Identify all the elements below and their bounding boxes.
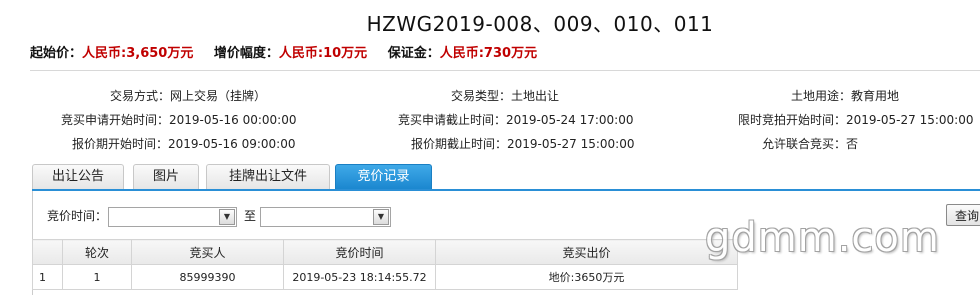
- joint-bid: 允许联合竞买：否: [762, 135, 858, 152]
- trade-method: 交易方式：网上交易（挂牌）: [110, 87, 266, 104]
- apply-start-label: 竞买申请开始时间：: [61, 113, 170, 127]
- to-label: 至: [244, 209, 257, 223]
- land-use: 土地用途：教育用地: [791, 87, 899, 104]
- increment-value: 人民币:10万元: [278, 46, 368, 61]
- col-round-header: 轮次: [62, 239, 132, 265]
- col-bidder-header: 竞买人: [131, 239, 284, 265]
- col-bid-time-header: 竞价时间: [283, 239, 436, 265]
- tab-bid-records[interactable]: 竞价记录: [335, 164, 432, 189]
- quote-start: 报价期开始时间：2019-05-16 09:00:00: [72, 135, 295, 152]
- trade-type-value: 土地出让: [511, 89, 560, 103]
- bid-time-from-select[interactable]: ▼: [108, 207, 237, 227]
- trade-type: 交易类型：土地出让: [451, 87, 559, 104]
- bid-records-table: 轮次 竞买人 竞价时间 竞买出价 1 1 85999390 2019-05-23…: [32, 239, 738, 290]
- quote-start-label: 报价期开始时间：: [72, 137, 169, 151]
- watermark-text: gdmm.com: [705, 215, 940, 261]
- tab-announcement[interactable]: 出让公告: [32, 164, 124, 189]
- apply-start: 竞买申请开始时间：2019-05-16 00:00:00: [61, 111, 296, 128]
- land-use-label: 土地用途：: [791, 89, 852, 103]
- joint-bid-label: 允许联合竞买：: [762, 137, 847, 151]
- table-header-row: 轮次 竞买人 竞价时间 竞买出价: [32, 239, 738, 265]
- bid-time-label: 竞价时间：: [47, 209, 108, 223]
- deposit-label: 保证金：: [387, 46, 440, 61]
- increment-label: 增价幅度：: [213, 46, 279, 61]
- timed-bid-start: 限时竞拍开始时间：2019-05-27 15:00:00: [738, 111, 973, 128]
- start-price-value: 人民币:3,650万元: [82, 46, 194, 61]
- query-button[interactable]: 查询: [946, 204, 980, 226]
- row-round: 1: [62, 264, 132, 290]
- land-use-value: 教育用地: [851, 89, 900, 103]
- table-row[interactable]: 1 1 85999390 2019-05-23 18:14:55.72 地价:3…: [32, 264, 738, 290]
- quote-start-value: 2019-05-16 09:00:00: [168, 137, 296, 151]
- chevron-down-icon[interactable]: ▼: [219, 209, 235, 225]
- apply-end-label: 竞买申请截止时间：: [398, 113, 507, 127]
- tab-listing-documents[interactable]: 挂牌出让文件: [206, 164, 330, 189]
- timed-bid-label: 限时竞拍开始时间：: [738, 113, 847, 127]
- bid-time-to-select[interactable]: ▼: [260, 207, 391, 227]
- chevron-down-icon[interactable]: ▼: [373, 209, 389, 225]
- quote-end: 报价期截止时间：2019-05-27 15:00:00: [411, 135, 634, 152]
- col-bid-price-header: 竞买出价: [435, 239, 738, 265]
- row-bid-price: 地价:3650万元: [435, 264, 738, 290]
- deposit-value: 人民币:730万元: [439, 46, 538, 61]
- col-index-header: [32, 239, 63, 265]
- row-index: 1: [32, 264, 63, 290]
- timed-bid-value: 2019-05-27 15:00:00: [846, 113, 974, 127]
- divider: [30, 70, 980, 71]
- row-bidder: 85999390: [131, 264, 284, 290]
- start-price-label: 起始价：: [30, 46, 83, 61]
- tab-images[interactable]: 图片: [133, 164, 199, 189]
- apply-end-value: 2019-05-24 17:00:00: [506, 113, 634, 127]
- joint-bid-value: 否: [846, 137, 859, 151]
- price-summary: 起始价：人民币:3,650万元 增价幅度：人民币:10万元 保证金：人民币:73…: [30, 42, 553, 61]
- row-bid-time: 2019-05-23 18:14:55.72: [283, 264, 436, 290]
- apply-start-value: 2019-05-16 00:00:00: [169, 113, 297, 127]
- trade-method-value: 网上交易（挂牌）: [170, 89, 267, 103]
- quote-end-label: 报价期截止时间：: [411, 137, 508, 151]
- trade-method-label: 交易方式：: [110, 89, 171, 103]
- quote-end-value: 2019-05-27 15:00:00: [507, 137, 635, 151]
- page-title: HZWG2019-008、009、010、011: [366, 12, 714, 36]
- trade-type-label: 交易类型：: [451, 89, 512, 103]
- apply-end: 竞买申请截止时间：2019-05-24 17:00:00: [398, 111, 633, 128]
